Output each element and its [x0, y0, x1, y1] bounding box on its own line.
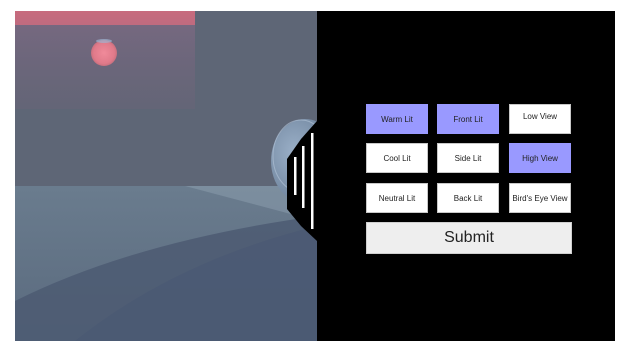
scene-viewport — [15, 11, 317, 341]
option-high-view[interactable]: High View — [509, 143, 571, 173]
option-side-lit[interactable]: Side Lit — [437, 143, 499, 173]
sun-sphere — [91, 40, 117, 66]
option-cool-lit[interactable]: Cool Lit — [366, 143, 428, 173]
option-low-view[interactable]: Low View — [509, 104, 571, 134]
scene-render — [15, 11, 317, 341]
option-birds-eye-view[interactable]: Bird's Eye View — [509, 183, 571, 213]
app-window: Warm Lit Front Lit Low View Cool Lit Sid… — [15, 11, 615, 341]
option-front-lit[interactable]: Front Lit — [437, 104, 499, 134]
submit-button[interactable]: Submit — [366, 222, 572, 254]
option-neutral-lit[interactable]: Neutral Lit — [366, 183, 428, 213]
options-panel: Warm Lit Front Lit Low View Cool Lit Sid… — [317, 11, 615, 341]
option-warm-lit[interactable]: Warm Lit — [366, 104, 428, 134]
option-back-lit[interactable]: Back Lit — [437, 183, 499, 213]
